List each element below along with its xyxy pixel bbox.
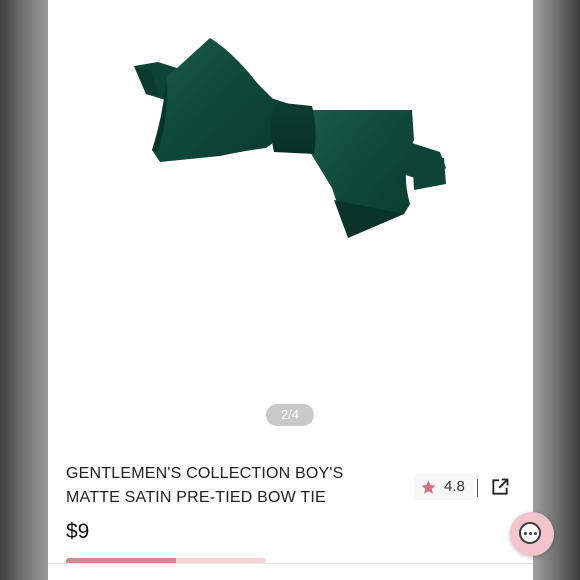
product-price: $9: [66, 520, 90, 543]
product-image-bow-tie[interactable]: [48, 0, 533, 395]
chat-dot: [534, 532, 537, 535]
rating-value: 4.8: [444, 478, 465, 495]
product-title-line-1: GENTLEMEN'S COLLECTION BOY'S: [66, 465, 344, 482]
star-icon: [421, 480, 436, 494]
action-divider: [477, 479, 478, 497]
rating-badge[interactable]: 4.8: [414, 474, 474, 500]
product-card: 2/4 GENTLEMEN'S COLLECTION BOY'S MATTE S…: [48, 0, 533, 580]
chat-button[interactable]: [510, 512, 554, 556]
background-left-edge: [0, 0, 48, 580]
carousel-indicator: 2/4: [266, 404, 314, 426]
external-share-icon[interactable]: [490, 477, 510, 497]
chat-dot: [524, 532, 527, 535]
bottom-strip: [48, 563, 533, 580]
product-title: GENTLEMEN'S COLLECTION BOY'S MATTE SATIN…: [66, 462, 386, 510]
chat-dot: [529, 532, 532, 535]
chat-bubble-icon: [519, 522, 541, 544]
product-title-line-2: MATTE SATIN PRE-TIED BOW TIE: [66, 489, 326, 506]
background-right-edge: [533, 0, 580, 580]
